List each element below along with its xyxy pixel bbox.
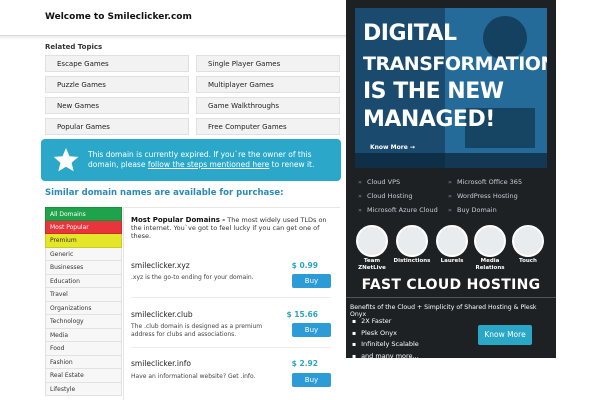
domain-name: smileclicker.club xyxy=(131,310,193,319)
renew-link[interactable]: follow the steps mentioned here xyxy=(148,160,269,169)
category-technology[interactable]: Technology xyxy=(45,315,122,329)
buy-button[interactable]: Buy xyxy=(292,373,331,387)
fast-cloud-features: 2X Faster Plesk Onyx Infinitely Scalable… xyxy=(352,316,419,362)
expired-banner: This domain is currently expired. If you… xyxy=(41,139,341,181)
left-column: Welcome to Smileclicker.com Related Topi… xyxy=(0,0,346,400)
divider xyxy=(131,347,331,348)
header-shadow xyxy=(0,36,346,40)
domain-description: .xyz is the go-to ending for your domain… xyxy=(131,274,254,281)
topic-link[interactable]: Escape Games xyxy=(45,55,189,72)
topic-link[interactable]: Single Player Games xyxy=(196,55,340,72)
star-icon xyxy=(53,148,79,172)
arrow-right-icon: → xyxy=(409,144,415,151)
circle-label: Media Relations xyxy=(475,258,505,271)
domain-price: $ 0.99 xyxy=(291,261,318,270)
feature-item: and many more... xyxy=(352,351,419,363)
feature-item: Infinitely Scalable xyxy=(352,339,419,351)
service-link[interactable]: Microsoft Office 365 xyxy=(448,178,522,186)
category-organizations[interactable]: Organizations xyxy=(45,301,122,315)
expired-text-end: to renew it. xyxy=(269,160,315,169)
ad-hero-line: MANAGED! xyxy=(363,107,495,132)
topic-link[interactable]: New Games xyxy=(45,97,189,114)
media-avatar[interactable] xyxy=(474,225,506,257)
page: Welcome to Smileclicker.com Related Topi… xyxy=(0,0,600,400)
welcome-title: Welcome to Smileclicker.com xyxy=(45,12,192,22)
circle-label: Laurels xyxy=(440,258,464,264)
domain-name: smileclicker.info xyxy=(131,359,191,368)
ad-panel: DIGITAL TRANSFORMATION IS THE NEW MANAGE… xyxy=(346,0,556,360)
category-premium[interactable]: Premium xyxy=(45,234,122,248)
similar-domains-title: Similar domain names are available for p… xyxy=(45,188,284,198)
domain-description: The .club domain is designed as a premiu… xyxy=(131,323,263,338)
circle-label: Touch xyxy=(519,258,537,264)
related-topics-title: Related Topics xyxy=(45,43,103,51)
service-link[interactable]: Cloud Hosting xyxy=(358,192,412,200)
service-link[interactable]: Microsoft Azure Cloud xyxy=(358,206,438,214)
buy-button[interactable]: Buy xyxy=(292,323,331,337)
category-most-popular[interactable]: Most Popular xyxy=(45,220,122,234)
header: Welcome to Smileclicker.com xyxy=(0,0,346,36)
ad-hero-line: IS THE NEW xyxy=(363,79,504,104)
know-more-button[interactable]: Know More xyxy=(478,325,532,345)
domain-price: $ 15.66 xyxy=(286,310,318,319)
category-real-estate[interactable]: Real Estate xyxy=(45,369,122,383)
category-food[interactable]: Food xyxy=(45,342,122,356)
topic-link[interactable]: Popular Games xyxy=(45,118,189,135)
circle-label: Team ZNetLive xyxy=(358,258,386,271)
domain-price: $ 2.92 xyxy=(291,359,318,368)
expired-message: This domain is currently expired. If you… xyxy=(88,150,333,170)
topic-link[interactable]: Multiplayer Games xyxy=(196,76,340,93)
category-businesses[interactable]: Businesses xyxy=(45,261,122,275)
circle-label: Distinctions xyxy=(393,258,431,264)
category-all-domains[interactable]: All Domains xyxy=(45,207,122,221)
ad-hero-image[interactable]: DIGITAL TRANSFORMATION IS THE NEW MANAGE… xyxy=(355,8,547,168)
popular-heading: Most Popular Domains - xyxy=(131,216,226,224)
know-more-label: Know More xyxy=(370,144,408,151)
category-education[interactable]: Education xyxy=(45,274,122,288)
category-list: All Domains Most Popular Premium Generic… xyxy=(45,207,122,396)
domain-name: smileclicker.xyz xyxy=(131,261,190,270)
topic-link[interactable]: Free Computer Games xyxy=(196,118,340,135)
buy-button[interactable]: Buy xyxy=(292,274,331,288)
category-generic[interactable]: Generic xyxy=(45,247,122,261)
ad-hero-line: DIGITAL xyxy=(363,21,457,46)
divider xyxy=(131,297,331,298)
topic-link[interactable]: Puzzle Games xyxy=(45,76,189,93)
domain-listing: Most Popular Domains - The most widely u… xyxy=(123,207,340,400)
fast-cloud-title: FAST CLOUD HOSTING xyxy=(361,277,541,293)
category-travel[interactable]: Travel xyxy=(45,288,122,302)
team-avatar[interactable] xyxy=(356,225,388,257)
service-link[interactable]: WordPress Hosting xyxy=(448,192,518,200)
service-link[interactable]: Cloud VPS xyxy=(358,178,400,186)
distinctions-avatar[interactable] xyxy=(396,225,428,257)
ad-hero-line: TRANSFORMATION xyxy=(363,53,547,75)
know-more-link[interactable]: Know More → xyxy=(370,144,415,151)
service-link[interactable]: Buy Domain xyxy=(448,206,497,214)
feature-item: 2X Faster xyxy=(352,316,419,328)
topic-link[interactable]: Game Walkthroughs xyxy=(196,97,340,114)
laurels-avatar[interactable] xyxy=(436,225,468,257)
domain-description: Have an informational website? Get .info… xyxy=(131,373,256,380)
advertisement[interactable]: DIGITAL TRANSFORMATION IS THE NEW MANAGE… xyxy=(346,0,600,400)
touch-avatar[interactable] xyxy=(512,225,544,257)
popular-description: Most Popular Domains - The most widely u… xyxy=(131,216,339,240)
category-lifestyle[interactable]: Lifestyle xyxy=(45,382,122,396)
divider xyxy=(346,297,556,298)
category-fashion[interactable]: Fashion xyxy=(45,355,122,369)
category-media[interactable]: Media xyxy=(45,328,122,342)
feature-item: Plesk Onyx xyxy=(352,328,419,340)
